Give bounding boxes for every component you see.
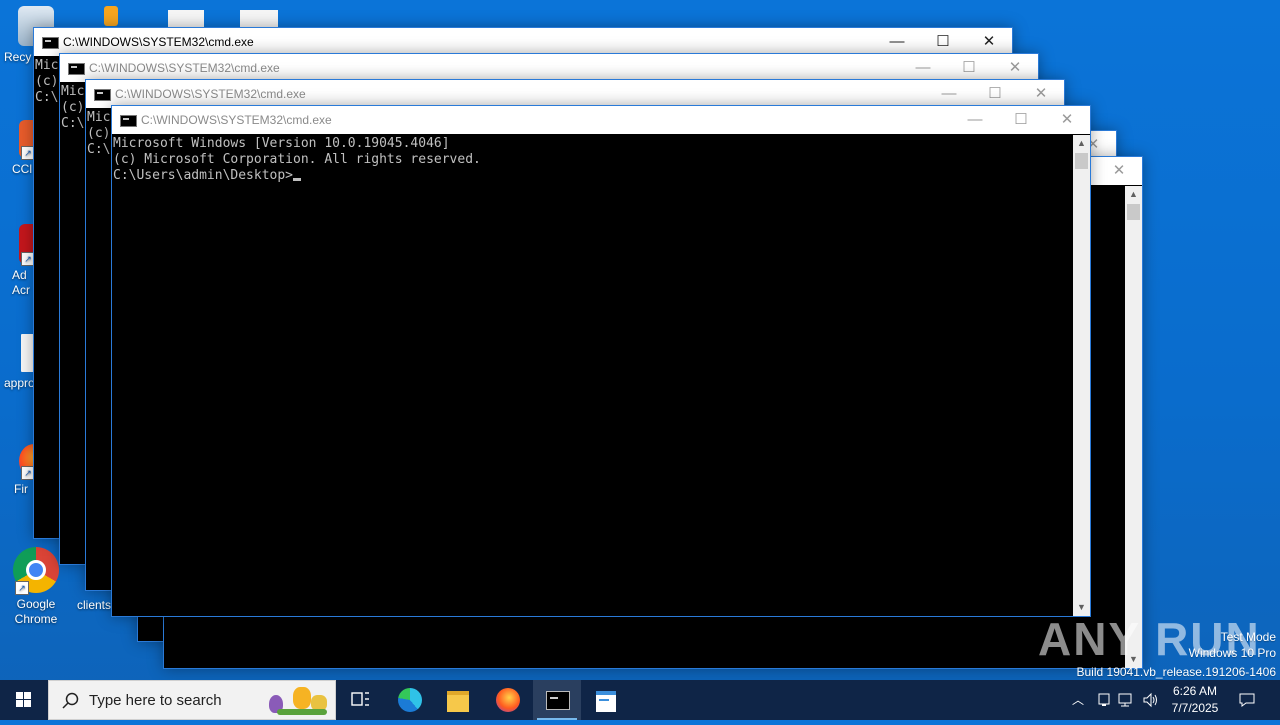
edition-text: Windows 10 Pro <box>1188 646 1276 660</box>
cmd-icon <box>94 89 111 101</box>
close-button[interactable]: ✕ <box>992 54 1038 82</box>
search-highlight-art-icon <box>263 683 333 717</box>
window-title: C:\WINDOWS\SYSTEM32\cmd.exe <box>89 61 280 75</box>
windows-logo-icon <box>16 692 31 707</box>
title-bar[interactable]: C:\WINDOWS\SYSTEM32\cmd.exe — ☐ ✕ <box>60 54 1038 82</box>
start-button[interactable] <box>0 680 48 720</box>
close-button[interactable]: ✕ <box>1044 106 1090 134</box>
edge-button[interactable] <box>386 680 434 720</box>
close-button[interactable]: ✕ <box>966 28 1012 56</box>
maximize-button[interactable]: ☐ <box>920 28 966 56</box>
close-button[interactable]: ✕ <box>1096 157 1142 185</box>
build-text: Build 19041.vb_release.191206-1406 <box>1076 665 1277 679</box>
edge-icon <box>398 688 422 712</box>
clock-date: 7/7/2025 <box>1171 701 1219 715</box>
window-title: C:\WINDOWS\SYSTEM32\cmd.exe <box>63 35 254 49</box>
search-icon <box>62 692 79 709</box>
clock-time: 6:26 AM <box>1172 684 1218 698</box>
console-prompt-line: C:\Users\admin\Desktop> <box>113 168 1072 184</box>
volume-icon[interactable] <box>1142 692 1160 708</box>
cmd-icon <box>546 691 570 710</box>
file-explorer-icon <box>447 691 469 712</box>
notepad-icon <box>596 691 616 712</box>
firefox-icon <box>496 688 520 712</box>
window-title: C:\WINDOWS\SYSTEM32\cmd.exe <box>115 87 306 101</box>
notifications-icon[interactable] <box>1238 691 1256 709</box>
text-cursor <box>293 178 302 181</box>
close-button[interactable]: ✕ <box>1018 80 1064 108</box>
clock[interactable]: 6:26 AM 7/7/2025 <box>1164 683 1226 717</box>
window-title: C:\WINDOWS\SYSTEM32\cmd.exe <box>141 113 332 127</box>
firefox-taskbar-button[interactable] <box>484 680 532 720</box>
vertical-scrollbar[interactable]: ▲ ▼ <box>1073 135 1090 616</box>
notepad-taskbar-button[interactable] <box>582 680 630 720</box>
scroll-thumb[interactable] <box>1127 204 1140 220</box>
task-view-button[interactable] <box>336 680 384 720</box>
console-prompt: C:\Users\admin\Desktop> <box>113 168 294 183</box>
action-center-network-icon[interactable] <box>1096 692 1112 708</box>
minimize-button[interactable]: — <box>900 54 946 82</box>
console-output[interactable]: Microsoft Windows [Version 10.0.19045.40… <box>112 135 1073 616</box>
console-line: (c) Microsoft Corporation. All rights re… <box>113 152 481 167</box>
maximize-button[interactable]: ☐ <box>946 54 992 82</box>
search-placeholder: Type here to search <box>89 692 222 709</box>
maximize-button[interactable]: ☐ <box>998 106 1044 134</box>
system-tray: ︿ 6:26 AM 7/7/2025 <box>1066 680 1280 720</box>
shortcut-arrow-icon: ↗ <box>15 581 29 595</box>
console-line: Microsoft Windows [Version 10.0.19045.40… <box>113 136 450 151</box>
cmd-icon <box>120 115 137 127</box>
minimize-button[interactable]: — <box>952 106 998 134</box>
document-icon[interactable] <box>168 10 204 28</box>
cmd-icon <box>42 37 59 49</box>
minimize-button[interactable]: — <box>874 28 920 56</box>
cmd-window-4[interactable]: C:\WINDOWS\SYSTEM32\cmd.exe — ☐ ✕ Micros… <box>111 105 1091 617</box>
cmd-icon <box>68 63 85 75</box>
desktop-icon-label: Ad Acr <box>12 268 30 297</box>
document-icon[interactable] <box>240 10 278 28</box>
minimize-button[interactable]: — <box>926 80 972 108</box>
file-explorer-button[interactable] <box>434 680 482 720</box>
scroll-thumb[interactable] <box>1075 153 1088 169</box>
search-box[interactable]: Type here to search <box>48 680 336 720</box>
scroll-up-icon[interactable]: ▲ <box>1125 186 1142 203</box>
title-bar[interactable]: C:\WINDOWS\SYSTEM32\cmd.exe — ☐ ✕ <box>86 80 1064 108</box>
vertical-scrollbar[interactable]: ▲ ▼ <box>1125 186 1142 668</box>
title-bar[interactable]: C:\WINDOWS\SYSTEM32\cmd.exe — ☐ ✕ <box>112 106 1090 134</box>
scroll-up-icon[interactable]: ▲ <box>1073 135 1090 152</box>
test-mode-text: Test Mode <box>1220 630 1276 644</box>
maximize-button[interactable]: ☐ <box>972 80 1018 108</box>
taskbar: Type here to search ︿ 6:26 AM 7/7/2025 <box>0 680 1280 720</box>
document-icon[interactable] <box>104 6 118 26</box>
chrome-icon: ↗ <box>13 547 59 595</box>
show-hidden-icons-icon[interactable]: ︿ <box>1072 691 1084 708</box>
cmd-taskbar-button[interactable] <box>533 680 581 720</box>
network-icon[interactable] <box>1118 692 1134 708</box>
task-view-icon <box>351 692 369 706</box>
title-bar[interactable]: C:\WINDOWS\SYSTEM32\cmd.exe — ☐ ✕ <box>34 28 1012 56</box>
